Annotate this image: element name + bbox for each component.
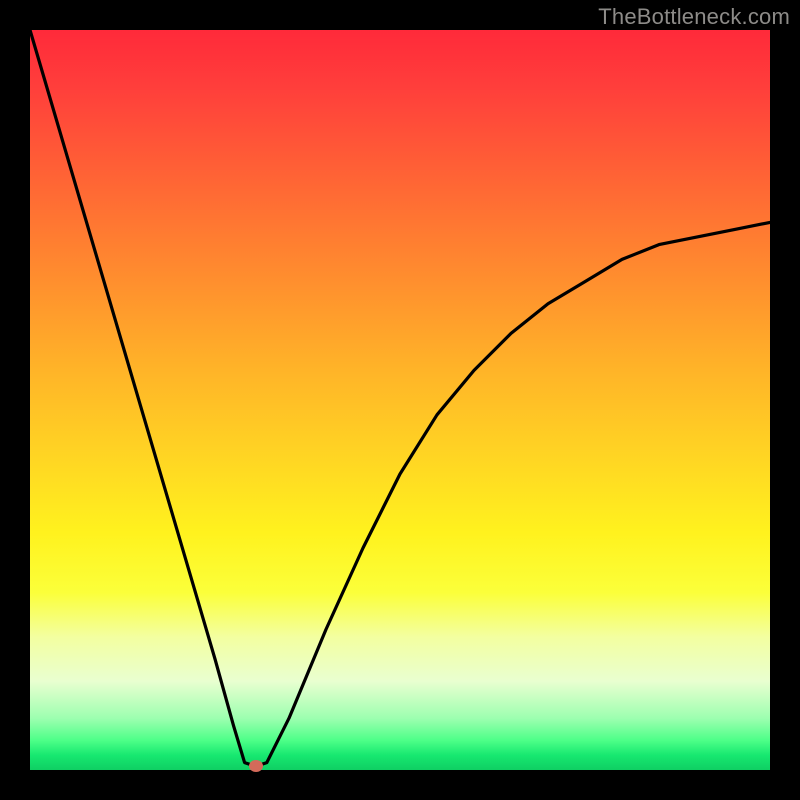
bottleneck-curve: [30, 30, 770, 770]
min-marker: [249, 760, 263, 772]
chart-frame: TheBottleneck.com: [0, 0, 800, 800]
watermark-text: TheBottleneck.com: [598, 4, 790, 30]
